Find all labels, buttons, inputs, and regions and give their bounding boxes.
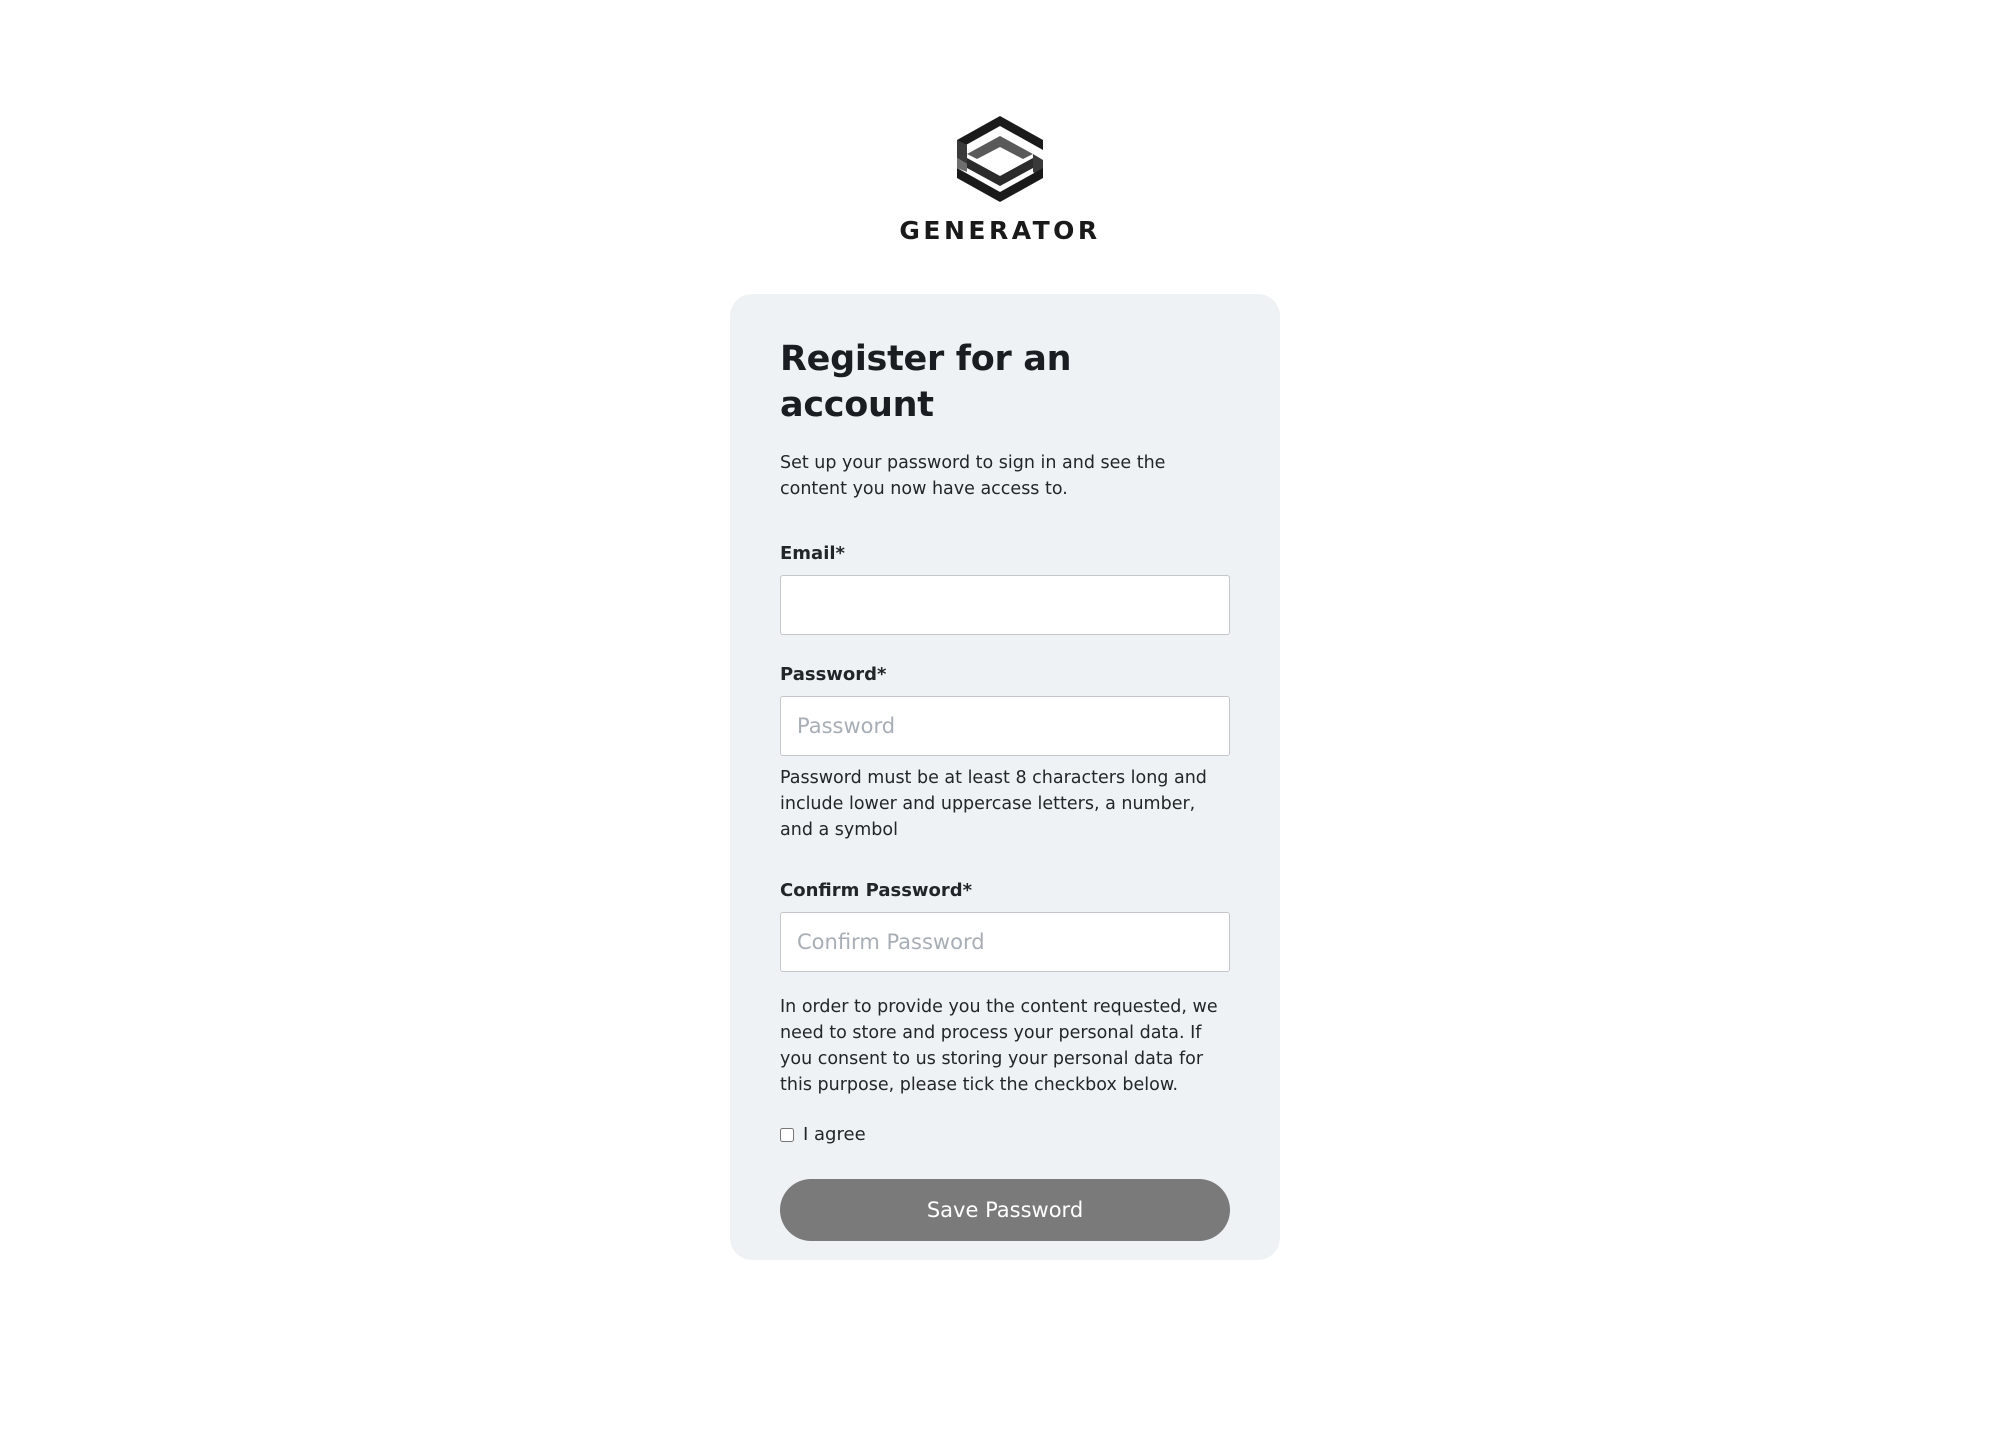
page-title: Register for an account — [780, 339, 1072, 425]
intro-text: Set up your password to sign in and see … — [780, 453, 1166, 499]
confirm-password-group: Confirm Password* — [780, 879, 1230, 972]
email-field[interactable] — [780, 575, 1230, 635]
consent-text: In order to provide you the content requ… — [780, 997, 1218, 1095]
agree-checkbox[interactable] — [780, 1127, 794, 1142]
brand-name: GENERATOR — [899, 216, 1101, 245]
confirm-password-label: Confirm Password* — [780, 880, 973, 901]
password-group: Password* Password must be at least 8 ch… — [780, 663, 1230, 843]
confirm-password-field[interactable] — [780, 912, 1230, 972]
password-hint: Password must be at least 8 characters l… — [780, 768, 1207, 840]
agree-label[interactable]: I agree — [803, 1124, 866, 1145]
email-label: Email* — [780, 543, 845, 564]
password-label: Password* — [780, 664, 887, 685]
generator-logo-icon — [957, 116, 1043, 202]
page: GENERATOR Register for an account Set up… — [0, 0, 2000, 1433]
password-field[interactable] — [780, 696, 1230, 756]
brand-logo: GENERATOR — [0, 114, 2000, 245]
save-password-button[interactable]: Save Password — [780, 1179, 1230, 1241]
email-group: Email* — [780, 542, 1230, 635]
register-card: Register for an account Set up your pass… — [730, 294, 1280, 1260]
agree-row: I agree — [780, 1124, 1230, 1145]
